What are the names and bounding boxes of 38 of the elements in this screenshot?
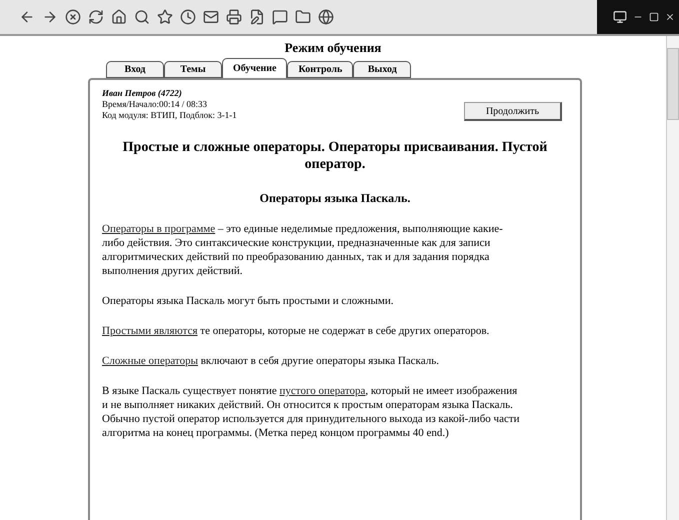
text-link[interactable]: Операторы в программе — [102, 223, 216, 235]
globe-icon[interactable] — [317, 8, 335, 26]
mail-icon[interactable] — [202, 8, 220, 26]
paragraph: Сложные операторы включают в себя другие операторы языка Паскаль. — [102, 354, 440, 368]
search-icon[interactable] — [133, 8, 151, 26]
star-icon[interactable] — [156, 8, 174, 26]
stop-icon[interactable] — [64, 8, 82, 26]
tab[interactable]: Выход — [353, 61, 412, 78]
home-icon[interactable] — [110, 8, 128, 26]
maximize-icon[interactable] — [649, 12, 659, 22]
tab[interactable]: Контроль — [287, 61, 354, 78]
text-link[interactable]: Простыми являются — [102, 325, 198, 337]
continue-button[interactable]: Продолжить — [464, 102, 562, 121]
scrollbar[interactable] — [666, 36, 679, 520]
page-title: Режим обучения — [284, 40, 382, 56]
close-icon[interactable] — [665, 12, 675, 22]
tab[interactable]: Темы — [164, 61, 222, 78]
tab[interactable]: Вход — [106, 61, 164, 78]
text-link[interactable]: пустого оператора — [280, 385, 366, 397]
paragraph: Операторы языка Паскаль могут быть простыми и сложными. — [102, 294, 394, 308]
tab[interactable]: Обучение — [222, 58, 288, 78]
lesson-subheading: Операторы языка Паскаль. — [258, 191, 412, 206]
paragraph: Простыми являются те операторы, которые не содержат в себе других операторов. — [102, 324, 490, 338]
info-text: Иван Петров (4722) — [102, 88, 183, 99]
paragraph: В языке Паскаль существует понятие пустого оператора, который не имеет изображения и не выполняет никаких действий. Он относится к простым операторам языка Паскаль. Обычно пустой оператор используется для принудительного выхода из какой-либо части алгоритма на конец программы. (Метка перед концом программы 40 end.) — [102, 384, 521, 440]
print-icon[interactable] — [225, 8, 243, 26]
chat-icon[interactable] — [271, 8, 289, 26]
text-link[interactable]: Сложные операторы — [102, 355, 198, 367]
refresh-icon[interactable] — [87, 8, 105, 26]
paragraph: Операторы в программе – это единые неделимые предложения, выполняющие какие-либо действия. Это синтаксические конструкции, предназначенные как для записи алгоритмических действий по преобразованию данных, так и для задания порядка выполнения других действий. — [102, 222, 504, 278]
lesson-heading: Простые и сложные операторы. Операторы присваивания. Пустой оператор. — [122, 139, 548, 173]
info-text: Время/Начало:00:14 / 08:33 — [102, 99, 208, 110]
monitor-icon — [613, 10, 627, 24]
folder-icon[interactable] — [294, 8, 312, 26]
clock-icon[interactable] — [179, 8, 197, 26]
edit-icon[interactable] — [248, 8, 266, 26]
scroll-thumb[interactable] — [667, 48, 679, 120]
info-text: Код модуля: ВТИП, Подблок: 3-1-1 — [102, 110, 237, 121]
